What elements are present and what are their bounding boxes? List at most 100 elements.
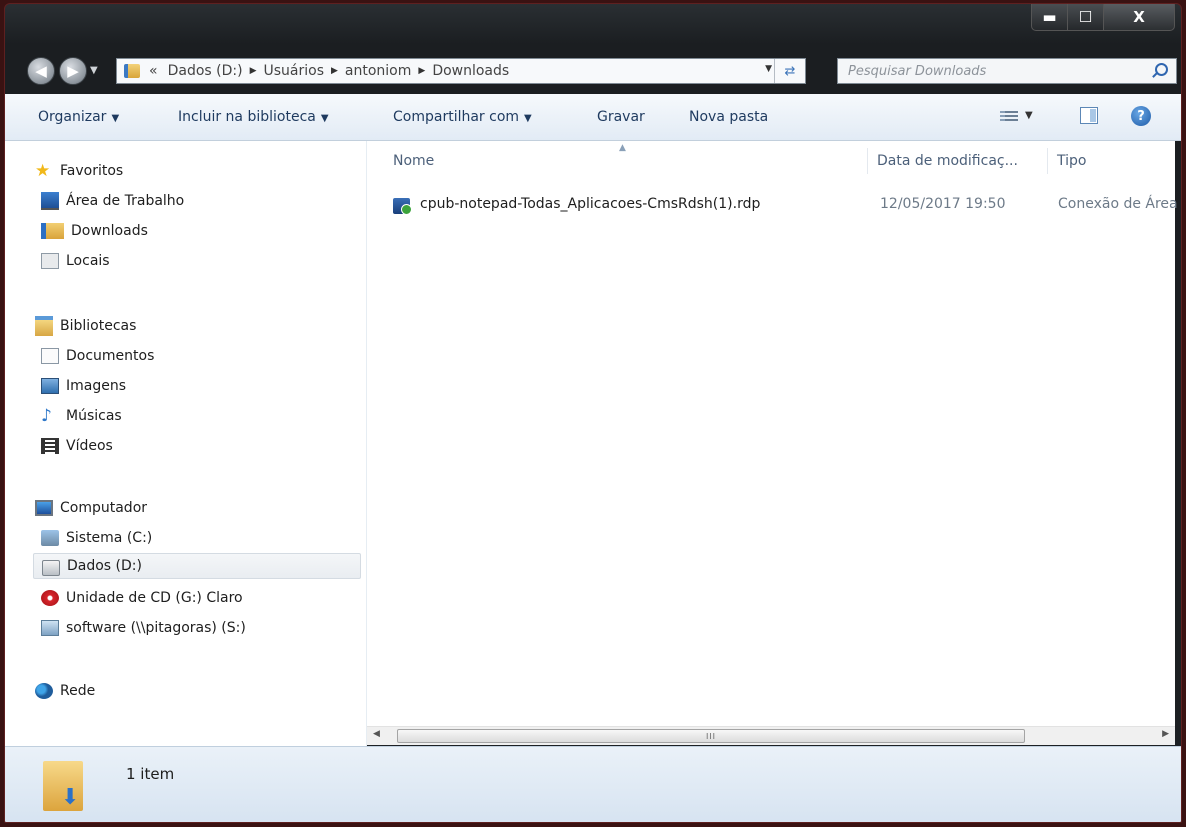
desktop-icon xyxy=(41,192,59,210)
video-icon xyxy=(41,438,59,454)
search-input[interactable] xyxy=(846,59,1140,83)
incluir-biblioteca-menu[interactable]: Incluir na biblioteca ▼ xyxy=(178,109,329,125)
compartilhar-menu[interactable]: Compartilhar com ▼ xyxy=(393,109,532,125)
breadcrumb-separator-icon[interactable]: ▶ xyxy=(331,66,338,76)
sidebar-item-dados[interactable]: Dados (D:) xyxy=(33,553,361,579)
minimize-button[interactable]: ▬ xyxy=(1031,4,1068,31)
chevron-down-icon: ▼ xyxy=(111,113,120,124)
sidebar-item-label: Downloads xyxy=(71,223,148,239)
breadcrumb-separator-icon[interactable]: ▶ xyxy=(250,66,257,76)
sidebar-item-label: Vídeos xyxy=(66,438,113,454)
scrollbar-thumb[interactable]: III xyxy=(397,729,1025,743)
explorer-window: ▬ ☐ X ◀ ▶ ▼ « Dados (D:) ▶ Usuários ▶ an… xyxy=(4,3,1182,823)
sidebar-item-software[interactable]: software (\\pitagoras) (S:) xyxy=(41,615,246,641)
chevron-down-icon: ▼ xyxy=(320,113,329,124)
navigation-pane: ★ Favoritos Área de Trabalho Downloads Lo… xyxy=(5,141,367,749)
sidebar-item-unidade-cd[interactable]: Unidade de CD (G:) Claro xyxy=(41,585,243,611)
breadcrumb-antoniom[interactable]: antoniom xyxy=(345,63,411,79)
change-view-icon[interactable] xyxy=(1000,109,1018,123)
back-arrow-icon: ◀ xyxy=(35,62,47,80)
sidebar-item-label: Imagens xyxy=(66,378,127,394)
refresh-icon: ⇄ xyxy=(784,63,796,79)
sidebar-item-area-de-trabalho[interactable]: Área de Trabalho xyxy=(41,188,184,214)
file-row[interactable]: cpub-notepad-Todas_Aplicacoes-CmsRdsh(1)… xyxy=(393,196,1181,218)
breadcrumb-usuarios[interactable]: Usuários xyxy=(263,63,324,79)
sidebar-item-rede[interactable]: Rede xyxy=(35,678,95,704)
maximize-button[interactable]: ☐ xyxy=(1067,4,1104,31)
preview-pane-icon[interactable] xyxy=(1080,107,1098,124)
item-count: 1 item xyxy=(126,765,175,783)
horizontal-scrollbar[interactable]: ◀ III ▶ xyxy=(367,726,1175,745)
column-header-data[interactable]: Data de modificaç... xyxy=(877,153,1018,169)
folder-downloads-icon xyxy=(124,64,140,78)
remote-desktop-file-icon xyxy=(393,198,412,215)
sidebar-item-label: Favoritos xyxy=(60,163,124,179)
details-pane: 1 item xyxy=(5,746,1181,822)
nova-pasta-button[interactable]: Nova pasta xyxy=(689,109,768,125)
network-drive-icon xyxy=(41,620,59,636)
pictures-icon xyxy=(41,378,59,394)
breadcrumb-dados[interactable]: Dados (D:) xyxy=(168,63,243,79)
sidebar-item-label: Sistema (C:) xyxy=(66,530,153,546)
sidebar-item-label: Rede xyxy=(60,683,96,699)
breadcrumb-overflow[interactable]: « xyxy=(149,63,158,79)
downloads-folder-icon xyxy=(41,223,64,239)
back-button[interactable]: ◀ xyxy=(27,57,55,85)
sidebar-item-label: Dados (D:) xyxy=(67,558,142,574)
sidebar-item-label: Documentos xyxy=(66,348,155,364)
scroll-right-icon[interactable]: ▶ xyxy=(1162,729,1169,739)
gravar-button[interactable]: Gravar xyxy=(597,109,645,125)
organizar-menu[interactable]: Organizar ▼ xyxy=(38,109,119,125)
forward-arrow-icon: ▶ xyxy=(67,62,79,80)
computer-icon xyxy=(35,500,53,516)
command-bar: Organizar ▼ Incluir na biblioteca ▼ Compar… xyxy=(5,94,1181,141)
incluir-label: Incluir na biblioteca xyxy=(178,109,316,125)
column-divider[interactable] xyxy=(1047,148,1048,174)
file-list: Nome ▲ Data de modificaç... Tipo cpub-no… xyxy=(367,141,1178,726)
organizar-label: Organizar xyxy=(38,109,107,125)
column-header-nome[interactable]: Nome xyxy=(393,153,434,169)
sidebar-item-documentos[interactable]: Documentos xyxy=(41,343,154,369)
sidebar-item-label: Músicas xyxy=(66,408,122,424)
libraries-icon xyxy=(35,316,53,336)
sidebar-item-sistema[interactable]: Sistema (C:) xyxy=(41,525,152,551)
sidebar-item-favoritos[interactable]: ★ Favoritos xyxy=(35,158,123,184)
chevron-down-icon: ▼ xyxy=(524,113,532,124)
sidebar-item-label: Computador xyxy=(60,500,148,516)
search-box[interactable] xyxy=(837,58,1177,84)
sidebar-item-bibliotecas[interactable]: Bibliotecas xyxy=(35,313,136,339)
close-button[interactable]: X xyxy=(1103,4,1175,31)
sidebar-item-label: Unidade de CD (G:) Claro xyxy=(66,590,243,606)
sidebar-item-computador[interactable]: Computador xyxy=(35,495,147,521)
recent-pages-dropdown[interactable]: ▼ xyxy=(90,65,98,76)
navigation-bar: ◀ ▶ ▼ « Dados (D:) ▶ Usuários ▶ antoniom… xyxy=(5,48,1181,88)
help-icon[interactable]: ? xyxy=(1131,106,1151,126)
title-bar: ▬ ☐ X xyxy=(5,4,1181,48)
star-icon: ★ xyxy=(35,161,51,181)
refresh-button[interactable]: ⇄ xyxy=(774,59,805,83)
file-type: Conexão de Área xyxy=(1058,196,1178,212)
view-dropdown-icon[interactable]: ▼ xyxy=(1025,110,1033,121)
sidebar-item-label: Locais xyxy=(66,253,110,269)
sidebar-item-label: Área de Trabalho xyxy=(66,193,185,209)
scroll-left-icon[interactable]: ◀ xyxy=(373,729,380,739)
sidebar-item-label: software (\\pitagoras) (S:) xyxy=(66,620,246,636)
hard-drive-icon xyxy=(42,560,60,576)
address-dropdown-icon[interactable]: ▼ xyxy=(765,64,772,74)
file-name: cpub-notepad-Todas_Aplicacoes-CmsRdsh(1)… xyxy=(420,196,761,212)
sidebar-item-imagens[interactable]: Imagens xyxy=(41,373,126,399)
search-icon[interactable] xyxy=(1155,63,1168,76)
column-divider[interactable] xyxy=(867,148,868,174)
scroll-grip: III xyxy=(705,731,717,741)
forward-button[interactable]: ▶ xyxy=(59,57,87,85)
column-header-tipo[interactable]: Tipo xyxy=(1057,153,1086,169)
sidebar-item-videos[interactable]: Vídeos xyxy=(41,433,113,459)
address-bar[interactable]: « Dados (D:) ▶ Usuários ▶ antoniom ▶ Dow… xyxy=(116,58,806,84)
music-icon: ♪ xyxy=(41,406,52,426)
breadcrumb-downloads[interactable]: Downloads xyxy=(432,63,509,79)
sidebar-item-locais[interactable]: Locais xyxy=(41,248,110,274)
system-drive-icon xyxy=(41,530,59,546)
breadcrumb-separator-icon[interactable]: ▶ xyxy=(418,66,425,76)
sidebar-item-downloads[interactable]: Downloads xyxy=(41,218,148,244)
sidebar-item-musicas[interactable]: ♪ Músicas xyxy=(41,403,122,429)
